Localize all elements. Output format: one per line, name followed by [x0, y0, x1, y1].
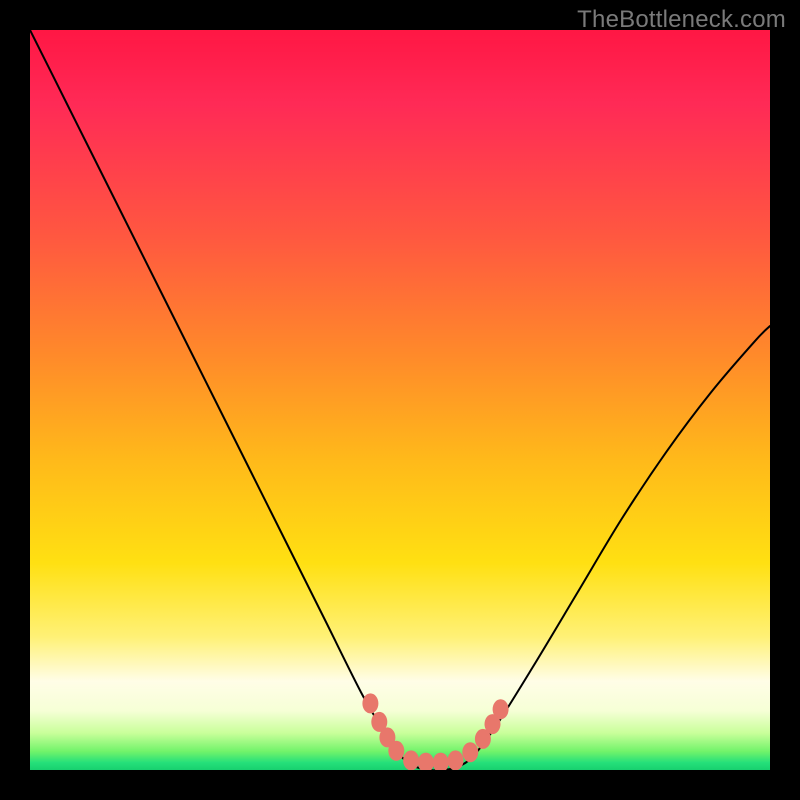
chart-svg [30, 30, 770, 770]
watermark-text: TheBottleneck.com [577, 6, 786, 34]
curve-marker [362, 693, 378, 713]
curve-marker [418, 753, 434, 770]
curve-marker [493, 699, 509, 719]
bottleneck-curve [30, 30, 770, 770]
plot-area [30, 30, 770, 770]
curve-marker [388, 741, 404, 761]
curve-marker [433, 753, 449, 770]
curve-markers [362, 693, 508, 770]
curve-marker [403, 750, 419, 770]
curve-marker [448, 750, 464, 770]
outer-frame: TheBottleneck.com [0, 0, 800, 800]
curve-marker [462, 742, 478, 762]
